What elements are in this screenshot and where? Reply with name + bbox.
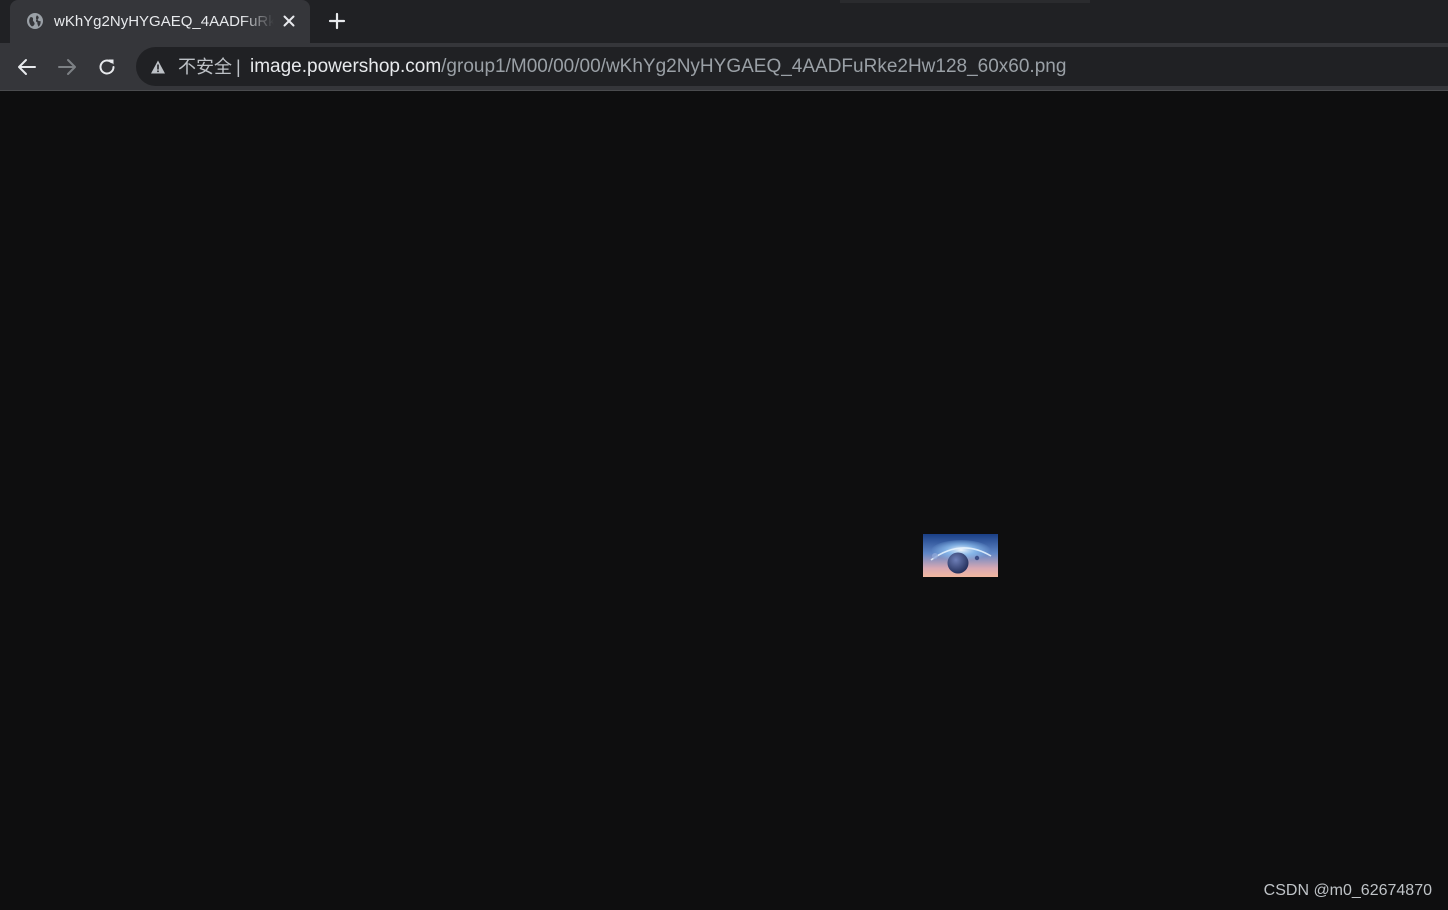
arrow-right-icon[interactable] <box>55 55 79 79</box>
tab-strip: wKhYg2NyHYGAEQ_4AADFuRke2Hw128_60x60.png <box>0 0 1448 43</box>
warning-triangle-icon[interactable] <box>150 59 166 75</box>
browser-window: wKhYg2NyHYGAEQ_4AADFuRke2Hw128_60x60.png <box>0 0 1448 910</box>
security-status-label[interactable]: 不安全 <box>178 56 232 78</box>
address-bar[interactable]: 不安全 | image.powershop.com/group1/M00/00/… <box>136 47 1448 86</box>
url-path: /group1/M00/00/00/wKhYg2NyHYGAEQ_4AADFuR… <box>441 56 1067 77</box>
url-divider: | <box>236 57 241 77</box>
close-icon[interactable] <box>280 12 298 30</box>
watermark-text: CSDN @m0_62674870 <box>1263 882 1432 899</box>
active-tab[interactable]: wKhYg2NyHYGAEQ_4AADFuRke2Hw128_60x60.png <box>10 0 310 43</box>
page-content: CSDN @m0_62674870 <box>0 91 1448 910</box>
url-text[interactable]: image.powershop.com/group1/M00/00/00/wKh… <box>250 56 1066 78</box>
reload-icon[interactable] <box>95 55 119 79</box>
globe-icon <box>26 12 44 30</box>
tab-title: wKhYg2NyHYGAEQ_4AADFuRke2Hw128_60x60.png <box>54 13 274 30</box>
url-host: image.powershop.com <box>250 56 442 77</box>
arrow-left-icon[interactable] <box>15 55 39 79</box>
browser-toolbar: 不安全 | image.powershop.com/group1/M00/00/… <box>0 43 1448 91</box>
space-planet-thumbnail <box>923 534 998 577</box>
plus-icon[interactable] <box>326 10 348 32</box>
